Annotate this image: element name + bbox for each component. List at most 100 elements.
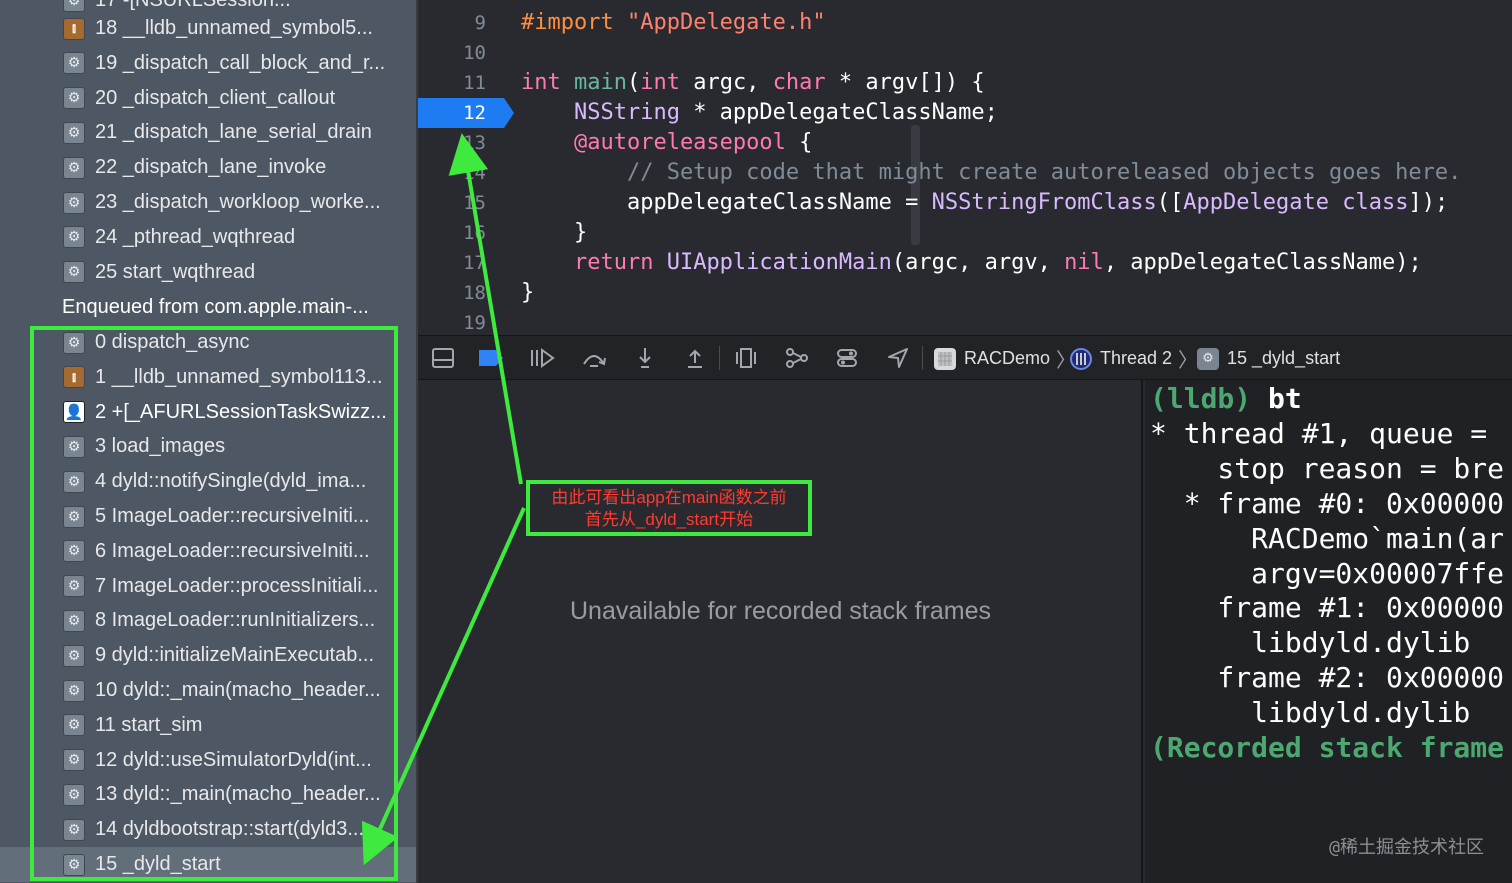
line-number[interactable]: 12 xyxy=(418,98,490,128)
annotation-note-line: 由此可看出app在main函数之前 xyxy=(551,488,787,507)
code-token: } xyxy=(521,220,588,245)
code-line[interactable]: int main(int argc, char * argv[]) { xyxy=(521,68,985,98)
line-number[interactable]: 9 xyxy=(418,8,490,38)
code-line[interactable]: @autoreleasepool { xyxy=(521,128,812,158)
code-line[interactable]: } xyxy=(521,218,587,248)
console-line: frame #1: 0x00000 xyxy=(1150,591,1505,625)
stack-frame-label: 24 _pthread_wqthread xyxy=(95,225,296,248)
stack-frame-label: 25 start_wqthread xyxy=(95,260,256,283)
code-token: appDelegateClassName = xyxy=(521,190,932,215)
line-number[interactable]: 13 xyxy=(418,128,490,158)
code-token: ([ xyxy=(1156,190,1184,215)
line-number[interactable]: 11 xyxy=(418,68,490,98)
code-token: NSStringFromClass xyxy=(931,190,1157,215)
stack-frame-row[interactable]: ⚙ 19 _dispatch_call_block_and_r... xyxy=(0,46,416,81)
breadcrumb-thread-label: Thread 2 xyxy=(1100,348,1173,368)
continue-icon[interactable] xyxy=(529,345,555,371)
annotation-note-line: 首先从_dyld_start开始 xyxy=(584,510,754,529)
code-token: // Setup code that might create autorele… xyxy=(521,160,1462,185)
line-number[interactable]: 14 xyxy=(418,158,490,188)
console-line: libdyld.dylib xyxy=(1150,626,1471,660)
stack-frame-label: 23 _dispatch_workloop_worke... xyxy=(95,191,381,213)
console-line: frame #2: 0x00000 xyxy=(1150,661,1505,695)
gear-icon: ⚙ xyxy=(63,0,85,12)
code-token: { xyxy=(799,130,813,155)
code-token: main xyxy=(573,70,627,95)
lldb-console[interactable]: (lldb) bt * thread #1, queue = stop reaso… xyxy=(1145,380,1512,883)
code-token: ( xyxy=(626,70,641,95)
source-editor[interactable]: 9 10 11 12 13 14 15 16 17 18 19 #import "AppDelega… xyxy=(418,0,1512,335)
line-number[interactable]: 19 xyxy=(418,308,490,335)
stack-frame-row[interactable]: ⚙ 25 start_wqthread xyxy=(0,255,416,290)
console-line: argv=0x00007ffe xyxy=(1150,556,1505,590)
view-hierarchy-icon[interactable] xyxy=(733,345,759,371)
gear-icon: ⚙ xyxy=(63,87,85,110)
code-token: AppDelegate xyxy=(1183,190,1343,215)
lldb-prompt: (lldb) xyxy=(1150,382,1252,415)
console-line: * thread #1, queue = xyxy=(1150,416,1505,450)
code-line[interactable]: #import "AppDelegate.h" xyxy=(521,8,826,38)
toolbar-divider xyxy=(922,346,923,370)
code-line[interactable]: // Setup code that might create autorele… xyxy=(521,158,1461,188)
stack-frame-row[interactable]: ⚙ 20 _dispatch_client_callout xyxy=(0,81,416,116)
toolbar-divider xyxy=(719,346,720,370)
environment-overrides-icon[interactable] xyxy=(834,345,860,371)
breadcrumb-frame[interactable]: ⚙ 15 _dyld_start xyxy=(1197,336,1340,381)
lldb-command: bt xyxy=(1251,382,1302,415)
line-number[interactable]: 10 xyxy=(418,38,490,68)
code-token: "AppDelegate.h" xyxy=(626,10,826,35)
step-out-icon[interactable] xyxy=(682,345,708,371)
step-into-icon[interactable] xyxy=(632,345,658,371)
line-number[interactable]: 17 xyxy=(418,248,490,278)
step-over-icon[interactable] xyxy=(581,345,607,371)
gear-icon: ⚙ xyxy=(63,156,85,179)
stack-frame-label: 20 _dispatch_client_callout xyxy=(95,86,336,109)
gear-icon: ⚙ xyxy=(63,121,85,144)
code-token: #import xyxy=(521,10,627,35)
breadcrumb-thread[interactable]: Thread 2 〉 xyxy=(1070,336,1198,381)
stack-frame-row[interactable]: ⚙ 24 _pthread_wqthread xyxy=(0,220,416,255)
code-token: UIApplicationMain xyxy=(666,250,892,275)
app-icon xyxy=(934,347,956,370)
code-token: int xyxy=(640,70,694,95)
line-number[interactable]: 18 xyxy=(418,278,490,308)
thread-icon xyxy=(1070,347,1092,370)
enqueued-frames-highlight xyxy=(30,326,398,881)
breadcrumb-app[interactable]: RACDemo 〉 xyxy=(934,336,1076,381)
code-line[interactable]: NSString * appDelegateClassName; xyxy=(521,98,998,128)
line-number[interactable]: 16 xyxy=(418,218,490,248)
code-token: * appDelegateClassName; xyxy=(693,100,998,125)
stack-frame-row[interactable]: ⚙ 21 _dispatch_lane_serial_drain xyxy=(0,115,416,150)
stack-frame-label: 18 __lldb_unnamed_symbol5... xyxy=(95,17,373,39)
code-token: argc, xyxy=(693,70,773,95)
breadcrumb-app-label: RACDemo xyxy=(964,348,1051,368)
console-line: * frame #0: 0x00000 xyxy=(1150,486,1505,520)
stack-frame-row[interactable]: ⚙ 23 _dispatch_workloop_worke... xyxy=(0,185,416,220)
console-line: (Recorded stack frame xyxy=(1150,731,1505,764)
stack-frame-label: 19 _dispatch_call_block_and_r... xyxy=(95,51,386,74)
console-line: stop reason = bre xyxy=(1150,451,1505,485)
annotation-note: 由此可看出app在main函数之前 首先从_dyld_start开始 xyxy=(526,480,812,536)
code-token: NSString xyxy=(521,100,694,125)
simulate-location-icon[interactable] xyxy=(885,345,911,371)
code-line[interactable]: return UIApplicationMain(argc, argv, nil… xyxy=(521,248,1422,278)
breakpoints-toggle-icon[interactable] xyxy=(478,345,504,371)
code-token: ]); xyxy=(1408,190,1449,215)
line-number[interactable]: 15 xyxy=(418,188,490,218)
queue-header: Enqueued from com.apple.main-... xyxy=(62,296,369,318)
code-token: int xyxy=(521,70,574,95)
code-token: class xyxy=(1342,190,1409,215)
chevron-right-icon: 〉 xyxy=(1178,348,1199,372)
gear-icon: ⚙ xyxy=(1197,347,1219,370)
code-line[interactable]: } xyxy=(521,278,534,308)
stack-frame-row[interactable]: ⫾ 18 __lldb_unnamed_symbol5... xyxy=(0,11,416,46)
memory-graph-icon[interactable] xyxy=(784,345,810,371)
code-line[interactable]: appDelegateClassName = NSStringFromClass… xyxy=(521,188,1448,218)
variables-view[interactable]: Unavailable for recorded stack frames xyxy=(418,380,1143,883)
breadcrumb-frame-label: 15 _dyld_start xyxy=(1227,348,1341,368)
hide-debug-area-icon[interactable] xyxy=(430,345,456,371)
stack-frame-row[interactable]: ⚙ 22 _dispatch_lane_invoke xyxy=(0,150,416,185)
code-token: @autoreleasepool xyxy=(521,130,800,155)
gear-icon: ⚙ xyxy=(63,226,85,249)
lldb-frame-icon: ⫾ xyxy=(63,17,85,40)
